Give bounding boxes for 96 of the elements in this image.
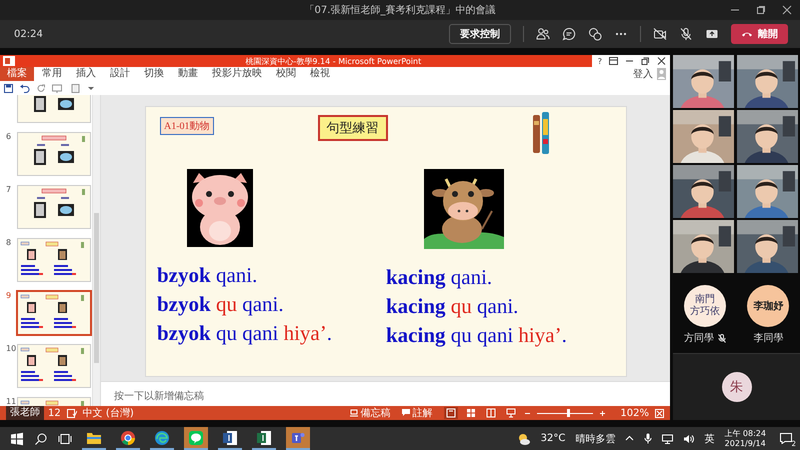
browser-icon <box>120 430 136 446</box>
slideshow-icon[interactable] <box>52 84 64 92</box>
ribbon-tab[interactable]: 檔案 <box>0 67 34 81</box>
totem-drawing <box>532 111 550 155</box>
close-icon[interactable] <box>657 57 666 65</box>
ribbon-tab[interactable]: 插入 <box>70 67 102 81</box>
sentence: kacing qu qani. <box>386 293 520 320</box>
slide-thumbnail[interactable] <box>17 238 91 282</box>
redo-icon[interactable] <box>37 84 46 92</box>
microphone-off-icon[interactable] <box>679 27 693 41</box>
normal-view-icon[interactable] <box>444 407 458 419</box>
ribbon-tab[interactable]: 校閱 <box>270 67 302 81</box>
clock-time[interactable]: 上午 08:24 <box>724 428 766 438</box>
ribbon-tab[interactable]: 檢視 <box>304 67 336 81</box>
scrollbar[interactable] <box>92 95 100 406</box>
document-icon <box>222 430 238 446</box>
slide-number: 7 <box>6 185 12 194</box>
slide-thumbnail[interactable] <box>16 290 92 336</box>
slideshow-icon[interactable] <box>504 407 518 419</box>
spellcheck-icon[interactable] <box>66 408 77 418</box>
sentence: kacing qani. <box>386 264 494 291</box>
save-icon[interactable] <box>4 84 13 92</box>
language-status[interactable]: 中文 (台灣) <box>82 406 134 420</box>
presenter-name-tag: 張老師 <box>6 406 44 420</box>
notes-icon <box>350 409 358 417</box>
close-icon[interactable] <box>782 5 792 15</box>
sentence: bzyok qu qani hiya’. <box>157 320 333 347</box>
temperature[interactable]: 32°C <box>540 433 566 444</box>
microphone-icon[interactable] <box>644 433 652 444</box>
search-icon[interactable] <box>34 432 48 446</box>
comments-button[interactable]: 註解 <box>402 406 432 420</box>
avatar-text: 方巧依 <box>690 306 720 318</box>
sentence: kacing qu qani hiya’. <box>386 322 568 349</box>
slide-number: 6 <box>6 132 12 141</box>
help-button[interactable]: ? <box>598 56 602 66</box>
window-title: 「07.張新恒老師_賽考利克課程」中的會議 <box>304 4 496 17</box>
sentence: bzyok qani. <box>157 262 258 289</box>
restore-icon[interactable] <box>641 57 650 65</box>
reactions-icon[interactable] <box>588 27 602 41</box>
slide-thumbnail[interactable] <box>17 344 91 388</box>
document-title: 桃園深資中心-教學9.14 - Microsoft PowerPoint <box>244 56 422 66</box>
zoom-slider[interactable] <box>537 408 594 418</box>
ribbon-tab[interactable]: 投影片放映 <box>206 67 268 81</box>
browser-icon <box>154 430 170 446</box>
zoom-in-icon[interactable] <box>599 410 606 416</box>
new-slide-icon[interactable] <box>70 84 82 92</box>
weather-condition[interactable]: 晴時多雲 <box>575 432 616 446</box>
slide-thumbnail[interactable] <box>17 132 91 176</box>
slide-title: 句型練習 <box>318 115 388 141</box>
share-icon[interactable] <box>705 27 719 41</box>
reading-view-icon[interactable] <box>484 407 498 419</box>
notes-button[interactable]: 備忘稿 <box>350 406 390 420</box>
task-view-icon[interactable] <box>58 432 72 446</box>
slide-number: 10 <box>6 344 14 353</box>
meeting-timer: 02:24 <box>14 28 43 40</box>
participant-name: 李同學 <box>753 332 784 345</box>
ribbon-tab[interactable]: 動畫 <box>172 67 204 81</box>
request-control-button[interactable]: 要求控制 <box>449 24 511 44</box>
slide-number: 11 <box>6 397 14 406</box>
avatar-text: 南門 <box>694 294 715 306</box>
comment-icon <box>402 409 410 417</box>
ribbon-tab[interactable]: 切換 <box>138 67 170 81</box>
slide-count: 12 <box>48 408 61 418</box>
chat-icon[interactable] <box>562 27 576 41</box>
start-icon[interactable] <box>10 432 24 446</box>
sentence: bzyok qu qani. <box>157 291 285 318</box>
zoom-level[interactable]: 102% <box>620 408 649 418</box>
chat-app-icon <box>188 430 204 446</box>
avatar-text: 朱 <box>730 379 743 396</box>
clock-date[interactable]: 2021/9/14 <box>724 438 766 448</box>
undo-icon[interactable] <box>19 84 31 92</box>
powerpoint-icon <box>3 56 15 66</box>
lesson-tag: A1-01動物 <box>160 117 214 135</box>
weather-icon[interactable] <box>516 432 531 446</box>
ribbon-tab[interactable]: 設計 <box>104 67 136 81</box>
notes-field[interactable]: 按一下以新增備忘稿 <box>101 381 670 406</box>
slide-number: 9 <box>6 291 12 300</box>
leave-button[interactable]: 離開 <box>731 24 788 44</box>
chevron-up-icon[interactable] <box>625 434 634 443</box>
slide-number: 8 <box>6 238 12 247</box>
volume-icon[interactable] <box>683 434 694 444</box>
sign-in-link[interactable]: 登入 <box>633 67 653 81</box>
people-icon[interactable] <box>536 27 550 41</box>
camera-off-icon[interactable] <box>653 27 667 41</box>
slide-thumbnail[interactable] <box>17 185 91 229</box>
phone-icon <box>741 30 753 38</box>
participant-name: 方同學 <box>684 332 714 345</box>
spreadsheet-icon <box>256 430 272 446</box>
fit-to-window-icon[interactable] <box>655 408 664 418</box>
input-language[interactable]: 英 <box>704 432 714 446</box>
network-icon[interactable] <box>662 434 674 444</box>
restore-icon[interactable] <box>756 5 766 15</box>
avatar-text: 李珈妤 <box>753 300 784 313</box>
ribbon-tab[interactable]: 常用 <box>36 67 68 81</box>
ribbon-display-icon[interactable] <box>609 57 618 65</box>
dropdown-icon[interactable] <box>88 85 94 91</box>
